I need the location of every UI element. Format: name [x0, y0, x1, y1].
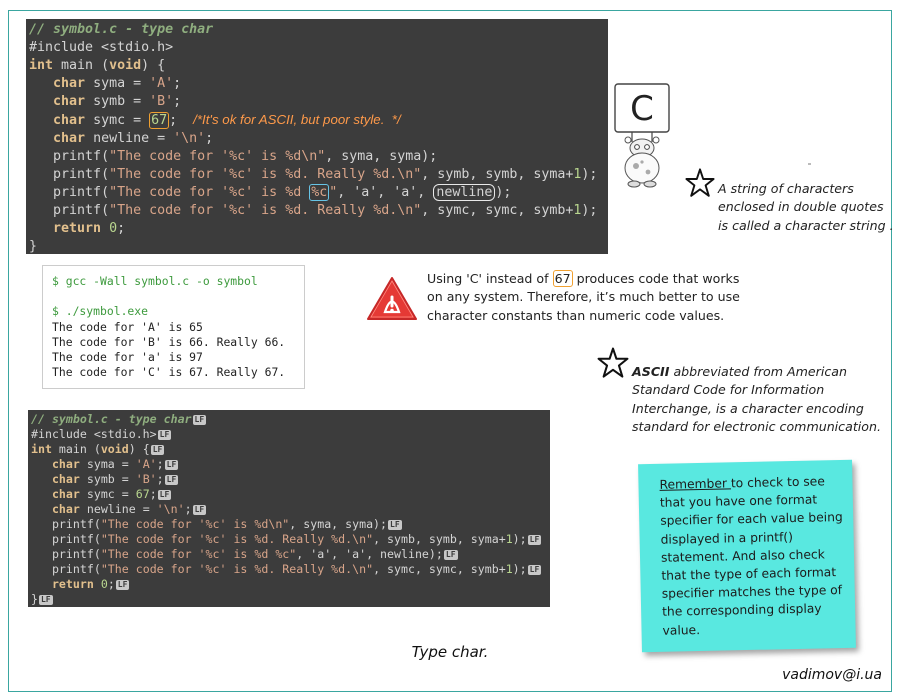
- star-icon: [685, 168, 715, 197]
- sticky-note: Remember to check to see that you have o…: [638, 459, 856, 653]
- code-line: char symc = 67; /*It's ok for ASCII, but…: [53, 112, 401, 129]
- highlight-67-inline: 67: [552, 270, 573, 287]
- character-string-note: A string of characters enclosed in doubl…: [718, 181, 894, 233]
- char-constant-note: Using 'C' instead of 67 produces code th…: [427, 270, 740, 323]
- terminal-line: The code for 'B' is 66. Really 66.: [52, 334, 286, 349]
- code-line: int main (void) {: [29, 58, 166, 73]
- terminal-line: The code for 'a' is 97: [52, 350, 203, 365]
- sticky-note-text: Remember to check to see that you have o…: [659, 474, 843, 638]
- lf-marker: LF: [527, 535, 542, 545]
- code-line: char syma = 'A'; LF: [51, 457, 179, 471]
- code-line: char newline = '\n';: [53, 131, 214, 146]
- code-line: #include <stdio.h> LF: [31, 427, 172, 441]
- lf-marker: LF: [527, 565, 542, 575]
- code-line: // symbol.c - type char LF: [31, 412, 207, 426]
- lf-marker: LF: [164, 460, 179, 470]
- highlight-67: 67: [149, 112, 170, 129]
- code-line: printf("The code for '%c' is %d. Really …: [51, 562, 542, 576]
- terminal-command: $ ./symbol.exe: [52, 304, 149, 319]
- lf-marker: LF: [164, 475, 179, 485]
- code-line: char newline = '\n'; LF: [51, 502, 207, 516]
- code-line: printf("The code for '%c' is %d %c", 'a'…: [53, 184, 512, 201]
- highlight-format-c: %c: [309, 184, 330, 201]
- terminal-line: The code for 'A' is 65: [52, 319, 203, 334]
- mascot-icon: C: [612, 82, 674, 190]
- code-block-bottom: // symbol.c - type char LF #include <stdio…: [28, 410, 550, 607]
- author-email: vadimov@i.ua: [782, 667, 882, 683]
- warning-icon: [367, 277, 417, 320]
- code-line: int main (void) {LF: [31, 442, 165, 456]
- code-line: printf("The code for '%c' is %d %c", 'a'…: [51, 547, 458, 561]
- lf-marker: LF: [443, 550, 458, 560]
- code-line: printf("The code for '%c' is %d. Really …: [51, 532, 542, 546]
- code-line: // symbol.c - type char: [29, 22, 214, 37]
- code-line: #include <stdio.h>: [29, 40, 174, 55]
- code-block-top: // symbol.c - type char #include <stdio.h…: [26, 19, 608, 254]
- code-line: } LF: [31, 592, 53, 606]
- lf-marker: LF: [38, 595, 53, 605]
- lf-marker: LF: [388, 520, 402, 530]
- code-line: printf("The code for '%c' is %d\n", syma…: [51, 517, 402, 531]
- ascii-note: ASCII abbreviated from American Standard…: [632, 364, 881, 435]
- code-line: return 0; LF: [51, 577, 130, 591]
- code-line: char symc = 67; LF: [51, 487, 172, 501]
- code-line: char symb = 'B';: [53, 94, 182, 109]
- lf-marker: LF: [192, 505, 207, 515]
- terminal-output: $ gcc -Wall symbol.c -o symbol $ ./symbo…: [42, 265, 305, 389]
- code-line: printf("The code for '%c' is %d\n", syma…: [53, 149, 438, 164]
- lf-marker: LF: [192, 415, 207, 425]
- lf-marker: LF: [115, 580, 130, 590]
- lf-marker: LF: [150, 445, 165, 455]
- terminal-command: $ gcc -Wall symbol.c -o symbol: [52, 274, 258, 288]
- code-line: char syma = 'A';: [53, 76, 182, 91]
- figure-caption: Type char.: [411, 643, 489, 661]
- lf-marker: LF: [157, 430, 172, 440]
- code-line: }: [29, 239, 38, 254]
- highlight-newline: newline: [433, 184, 496, 201]
- decor-dot: [808, 163, 811, 165]
- mascot-sign-letter: C: [630, 89, 654, 129]
- code-line: printf("The code for '%c' is %d. Really …: [53, 203, 598, 218]
- terminal-line: The code for 'C' is 67. Really 67.: [52, 365, 286, 380]
- code-line: char symb = 'B'; LF: [51, 472, 179, 486]
- code-line: return 0;: [53, 221, 126, 236]
- star-icon: [597, 347, 629, 378]
- lf-marker: LF: [157, 490, 172, 500]
- code-line: printf("The code for '%c' is %d. Really …: [53, 167, 598, 182]
